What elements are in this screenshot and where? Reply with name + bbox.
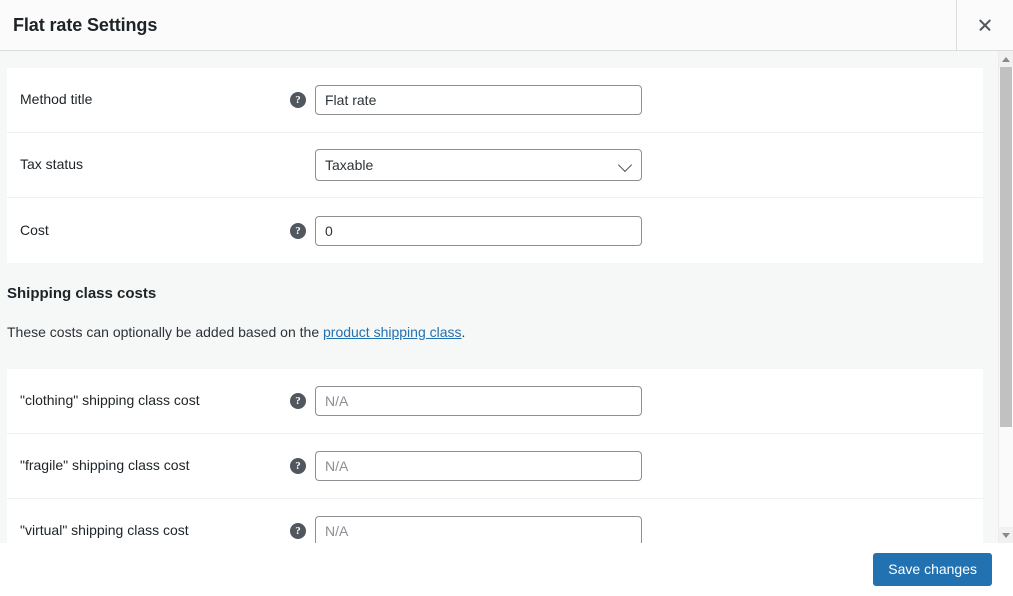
help-icon[interactable]: ? (290, 457, 306, 474)
section-description: These costs can optionally be added base… (7, 323, 985, 343)
modal-header: Flat rate Settings (0, 0, 1013, 51)
tax-status-label: Tax status (20, 156, 84, 173)
method-title-input[interactable] (315, 85, 642, 115)
cost-field-group: ? (290, 215, 983, 246)
section-title: Shipping class costs (7, 285, 157, 302)
help-icon[interactable]: ? (290, 522, 306, 539)
table-row: Method title ? (7, 68, 983, 133)
scrollbar-thumb[interactable] (1000, 67, 1012, 427)
vertical-scrollbar[interactable] (998, 51, 1013, 543)
table-row: "virtual" shipping class cost ? (7, 499, 983, 543)
virtual-class-cost-input[interactable] (315, 515, 642, 543)
help-icon[interactable]: ? (290, 392, 306, 409)
help-icon[interactable]: ? (290, 92, 306, 108)
cost-input[interactable] (315, 215, 642, 246)
clothing-class-cost-input[interactable] (315, 385, 642, 416)
modal-body: Method title ? Tax status ? Taxable (0, 51, 1013, 543)
table-row: "fragile" shipping class cost ? (7, 434, 983, 499)
table-row: "clothing" shipping class cost ? (7, 369, 983, 434)
settings-scroll-content: Method title ? Tax status ? Taxable (0, 51, 998, 543)
modal-footer: Save changes (0, 543, 1013, 596)
close-icon (978, 18, 992, 32)
shipping-class-table: "clothing" shipping class cost ? "fragil… (7, 368, 983, 543)
method-title-field-group: ? (290, 85, 983, 115)
clothing-class-label: "clothing" shipping class cost (20, 391, 200, 408)
fragile-class-field-group: ? (290, 450, 983, 481)
tax-status-field-group: ? Taxable (290, 149, 983, 181)
virtual-class-field-group: ? (290, 515, 983, 543)
clothing-class-field-group: ? (290, 385, 983, 416)
help-icon[interactable]: ? (290, 222, 306, 239)
table-row: Tax status ? Taxable (7, 133, 983, 198)
close-button[interactable] (957, 0, 1013, 50)
tax-status-select[interactable]: Taxable (315, 149, 642, 181)
page-title: Flat rate Settings (13, 15, 158, 35)
tax-status-select-wrap: Taxable (315, 149, 642, 181)
section-description-prefix: These costs can optionally be added base… (7, 324, 323, 340)
method-title-label: Method title (20, 91, 93, 108)
shipping-class-costs-section: Shipping class costs These costs can opt… (0, 263, 998, 369)
fragile-class-label: "fragile" shipping class cost (20, 456, 190, 473)
scroll-up-arrow-icon[interactable] (999, 51, 1013, 67)
cost-label: Cost (20, 221, 49, 238)
table-row: Cost ? (7, 198, 983, 263)
fragile-class-cost-input[interactable] (315, 450, 642, 481)
product-shipping-class-link[interactable]: product shipping class (323, 324, 462, 340)
virtual-class-label: "virtual" shipping class cost (20, 521, 189, 538)
flat-rate-settings-modal: Flat rate Settings Method title ? Tax st… (0, 0, 1013, 596)
section-description-suffix: . (461, 324, 466, 340)
main-settings-table: Method title ? Tax status ? Taxable (7, 68, 983, 263)
scroll-down-arrow-icon[interactable] (999, 527, 1013, 543)
save-button[interactable]: Save changes (873, 553, 992, 586)
